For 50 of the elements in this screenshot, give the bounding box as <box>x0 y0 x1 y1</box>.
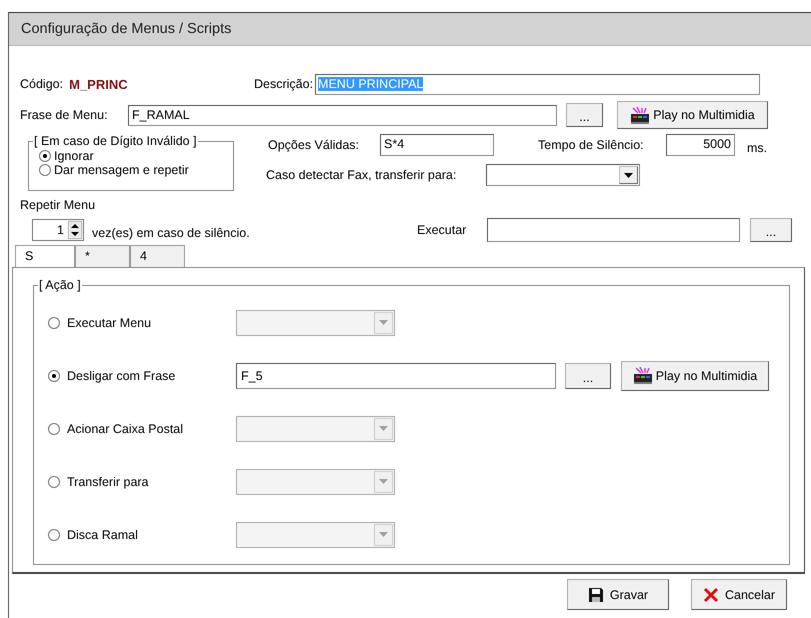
option-label: Executar Menu <box>67 316 152 330</box>
silence-time-field[interactable]: 5000 <box>666 134 735 156</box>
radio-button[interactable] <box>39 164 51 176</box>
dropdown-arrow-icon <box>379 532 388 537</box>
cancel-button[interactable]: Cancelar <box>691 579 787 610</box>
option-label: Dar mensagem e repetir <box>54 163 189 177</box>
field-label: Código: <box>20 76 64 92</box>
option-label: Disca Ramal <box>67 528 139 542</box>
code-value: M_PRINC <box>69 76 128 92</box>
dropdown-arrow-icon <box>379 426 388 431</box>
spin-arrows-icon <box>68 221 82 239</box>
field-label: Caso detectar Fax, transferir para: <box>266 168 458 182</box>
tab[interactable]: 4 <box>130 245 185 267</box>
save-button[interactable]: Gravar <box>567 579 669 610</box>
field-label: Frase de Menu: <box>20 108 109 122</box>
projector-icon <box>632 367 653 384</box>
radio-button[interactable] <box>39 150 51 162</box>
field-label: Tempo de Silêncio: <box>538 138 645 152</box>
repeat-count-spinner[interactable]: 1 <box>32 219 84 241</box>
group-title: [ Em caso de Dígito Inválido ] <box>33 134 198 148</box>
dropdown-arrow-icon <box>379 320 388 325</box>
x-mark-icon <box>702 586 719 602</box>
execute-field[interactable] <box>487 218 740 242</box>
field-label: Opções Válidas: <box>268 138 360 152</box>
fax-transfer-dropdown[interactable] <box>486 164 640 186</box>
field-label: Descrição: <box>254 77 314 91</box>
option-label: Acionar Caixa Postal <box>67 422 184 436</box>
field-label: Executar <box>417 223 468 237</box>
window-title: Configuração de Menus / Scripts <box>9 13 811 46</box>
group-title: [ Ação ] <box>38 278 82 292</box>
browse-button[interactable]: ... <box>566 103 603 127</box>
dropdown-arrow-icon <box>379 479 388 484</box>
tab[interactable]: S <box>15 245 75 267</box>
browse-button[interactable]: ... <box>750 218 792 242</box>
radio-button[interactable] <box>48 370 60 382</box>
play-button[interactable]: Play no Multimidia <box>621 360 769 390</box>
valid-options-field[interactable]: S*4 <box>380 134 494 156</box>
option-label: Transferir para <box>67 474 150 488</box>
dropdown-arrow-icon <box>624 172 633 178</box>
option-label: Desligar com Frase <box>67 368 176 382</box>
tab[interactable]: * <box>75 245 130 267</box>
option-label: Ignorar <box>54 149 94 163</box>
phrase-field[interactable]: F_5 <box>236 362 556 388</box>
menu-phrase-field[interactable]: F_RAMAL <box>128 104 557 126</box>
projector-icon <box>630 106 650 124</box>
field-label: vez(es) em caso de silêncio. <box>92 226 251 240</box>
browse-button[interactable]: ... <box>565 362 611 388</box>
unit-label: ms. <box>747 141 768 155</box>
field-label: Repetir Menu <box>20 197 96 213</box>
play-button[interactable]: Play no Multimidia <box>617 101 768 129</box>
